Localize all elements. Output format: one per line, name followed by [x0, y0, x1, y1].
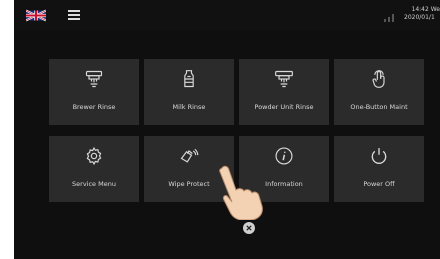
gear-icon: [86, 146, 102, 166]
date-text: 2020/01/1: [404, 14, 435, 21]
hamburger-menu-icon[interactable]: [68, 10, 80, 20]
touch-icon: [372, 70, 385, 88]
service-menu-button[interactable]: Service Menu: [49, 136, 139, 202]
power-off-button[interactable]: Power Off: [334, 136, 424, 202]
screen: 14:42 We 2020/01/1 Brewer Rinse Milk Rin…: [14, 0, 440, 259]
tile-label: Milk Rinse: [172, 103, 206, 111]
wipe-icon: [180, 148, 199, 163]
info-icon: [275, 147, 293, 165]
power-icon: [371, 148, 387, 164]
uk-flag-icon[interactable]: [26, 9, 46, 22]
pointing-hand-icon: [219, 165, 263, 220]
tile-label: Wipe Protect: [168, 180, 210, 188]
close-icon[interactable]: [243, 222, 255, 234]
top-bar: 14:42 We 2020/01/1: [14, 0, 440, 30]
powder-unit-rinse-button[interactable]: Powder Unit Rinse: [239, 59, 329, 125]
milk-rinse-icon: [184, 70, 194, 88]
time-text: 14:42 We: [411, 6, 440, 13]
powder-unit-rinse-icon: [275, 70, 293, 88]
clock: 14:42 We 2020/01/1: [404, 6, 440, 22]
tile-label: Power Off: [363, 180, 395, 188]
one-button-maint-button[interactable]: One-Button Maint: [334, 59, 424, 125]
signal-icon: [384, 14, 394, 22]
milk-rinse-button[interactable]: Milk Rinse: [144, 59, 234, 125]
tile-label: One-Button Maint: [350, 103, 408, 111]
tile-label: Powder Unit Rinse: [254, 103, 314, 111]
tile-label: Service Menu: [72, 180, 116, 188]
tile-label: Brewer Rinse: [72, 103, 116, 111]
brewer-rinse-icon: [85, 70, 103, 88]
brewer-rinse-button[interactable]: Brewer Rinse: [49, 59, 139, 125]
